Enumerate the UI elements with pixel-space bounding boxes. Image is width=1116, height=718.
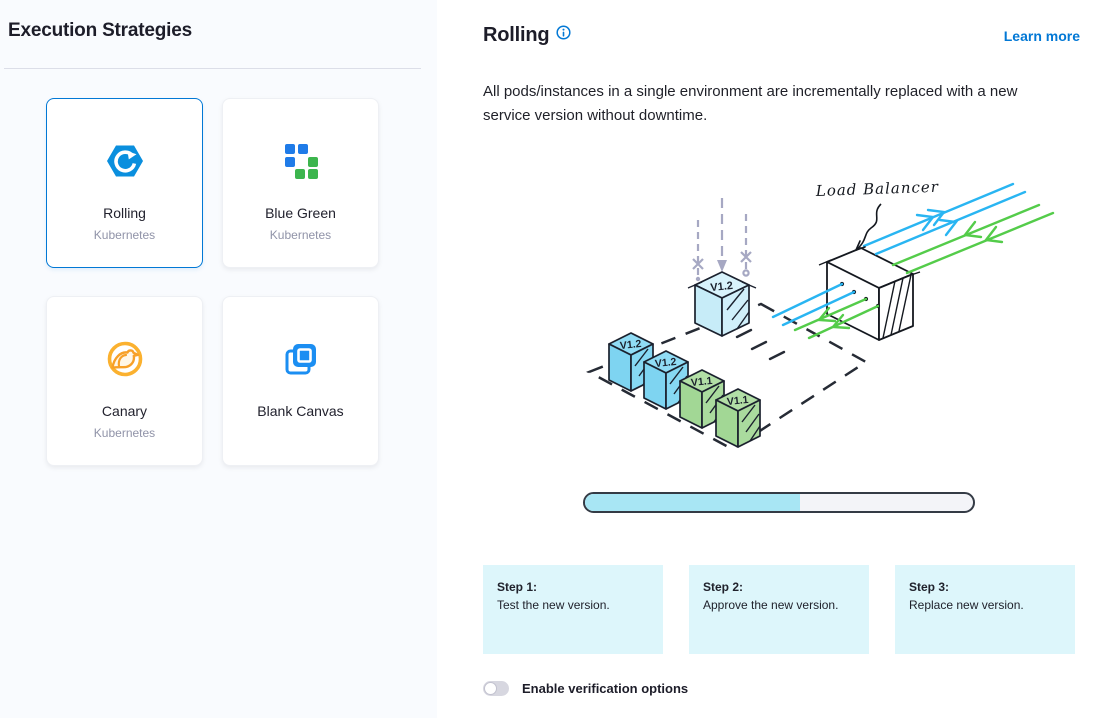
load-balancer-callout: Load Balancer [815, 178, 940, 250]
card-sublabel: Kubernetes [270, 228, 331, 242]
blue-green-icon [281, 141, 321, 181]
strategy-description: All pods/instances in a single environme… [483, 80, 1063, 128]
card-label: Blank Canvas [257, 403, 343, 419]
pod-label: V1.2 [619, 338, 642, 352]
step-card-3: Step 3: Replace new version. [895, 565, 1075, 654]
blank-canvas-icon [281, 339, 321, 379]
card-label: Blue Green [265, 205, 336, 221]
step-title: Step 1: [497, 580, 649, 594]
step-text: Test the new version. [497, 598, 649, 612]
verification-toggle-row: Enable verification options [483, 681, 1116, 696]
strategy-detail-panel: Rolling Learn more All pods/instances in… [437, 0, 1116, 718]
step-cards: Step 1: Test the new version. Step 2: Ap… [483, 565, 1075, 654]
step-title: Step 3: [909, 580, 1061, 594]
step-card-2: Step 2: Approve the new version. [689, 565, 869, 654]
step-title: Step 2: [703, 580, 855, 594]
detail-title: Rolling [483, 24, 549, 47]
load-balancer-label: Load Balancer [815, 178, 940, 200]
progress-bar [583, 492, 975, 513]
pod-label: V1.2 [710, 280, 734, 294]
pod-label: V1.1 [726, 394, 749, 408]
step-text: Approve the new version. [703, 598, 855, 612]
verification-toggle-label: Enable verification options [522, 681, 688, 696]
rolling-icon [105, 141, 145, 181]
step-card-1: Step 1: Test the new version. [483, 565, 663, 654]
divider [4, 68, 421, 69]
pod-label: V1.1 [690, 375, 713, 389]
info-icon[interactable] [556, 25, 571, 40]
rolling-illustration: V1.2 V1.2 V1.2 V1.1 [561, 162, 1081, 462]
pod-cube-row: V1.2 V1.2 V1.1 V1.1 [609, 333, 760, 447]
strategy-card-blank-canvas[interactable]: Blank Canvas [222, 296, 379, 466]
strategy-card-blue-green[interactable]: Blue Green Kubernetes [222, 98, 379, 268]
panel-title: Execution Strategies [8, 20, 437, 42]
card-label: Rolling [103, 205, 146, 221]
verification-toggle[interactable] [483, 681, 509, 696]
step-text: Replace new version. [909, 598, 1061, 612]
detail-header: Rolling Learn more [483, 24, 1080, 47]
strategy-card-canary[interactable]: Canary Kubernetes [46, 296, 203, 466]
card-label: Canary [102, 403, 147, 419]
progress-fill [585, 494, 800, 511]
strategy-list-panel: Execution Strategies Rolling Kubernetes [0, 0, 437, 718]
scaling-arrows [693, 198, 751, 281]
pod-label: V1.2 [654, 356, 677, 370]
canary-icon [105, 339, 145, 379]
execution-strategies-screen: Execution Strategies Rolling Kubernetes [0, 0, 1116, 718]
strategy-card-grid: Rolling Kubernetes Blue Green Kubernetes [46, 98, 437, 466]
toggle-knob [484, 682, 497, 695]
card-sublabel: Kubernetes [94, 426, 155, 440]
card-sublabel: Kubernetes [94, 228, 155, 242]
learn-more-link[interactable]: Learn more [1004, 28, 1080, 44]
strategy-card-rolling[interactable]: Rolling Kubernetes [46, 98, 203, 268]
pod-cube-new: V1.2 [688, 272, 756, 336]
